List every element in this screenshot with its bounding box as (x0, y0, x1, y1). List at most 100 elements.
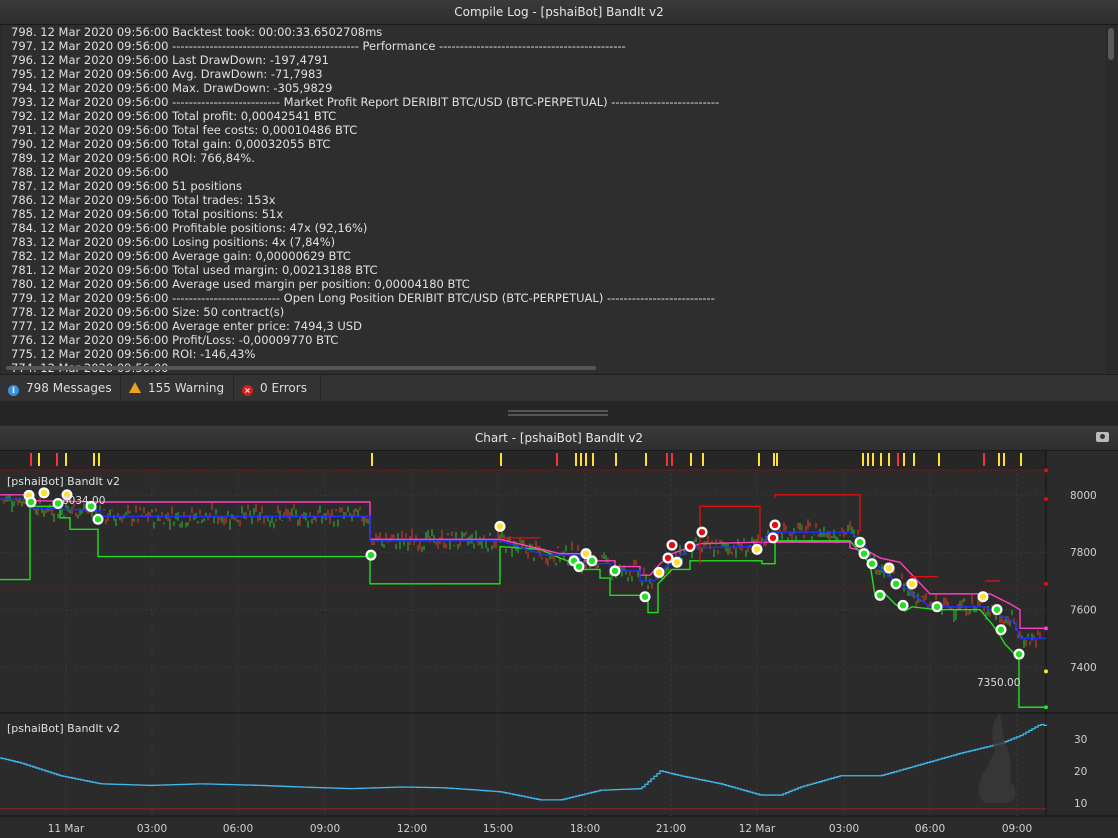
messages-filter-button[interactable]: i 798 Messages (0, 375, 121, 401)
compile-log-title: Compile Log - [pshaiBot] BandIt v2 (0, 0, 1118, 25)
trade-marker-dot (94, 516, 102, 523)
trade-marker-dot (856, 539, 864, 546)
signal-marker (1003, 453, 1005, 466)
signal-marker (690, 453, 692, 466)
signal-marker (1020, 453, 1022, 466)
trade-marker-dot (876, 592, 884, 599)
time-tick-label: 15:00 (483, 823, 513, 835)
signal-marker (872, 453, 874, 466)
time-tick-label: 06:00 (223, 823, 253, 835)
signal-marker (98, 453, 100, 466)
oscillator-tick-label: 20 (1074, 766, 1087, 778)
high-price-label: 8034.00 (62, 495, 106, 507)
trade-marker-dot (860, 550, 868, 557)
camera-icon[interactable] (1096, 432, 1109, 442)
low-price-label: 7350.00 (977, 677, 1021, 689)
log-line: 782. 12 Mar 2020 09:56:00 Average gain: … (11, 249, 351, 263)
trade-marker-dot (868, 560, 876, 567)
time-tick-label: 21:00 (656, 823, 686, 835)
signal-marker (758, 453, 760, 466)
scroll-thumb[interactable] (1108, 28, 1114, 60)
warnings-filter-button[interactable]: 155 Warning (121, 375, 234, 401)
errors-count: 0 Errors (260, 381, 307, 395)
log-line: 791. 12 Mar 2020 09:56:00 Total fee cost… (11, 123, 358, 137)
trade-marker-dot (908, 580, 916, 588)
trade-marker-dot (611, 567, 619, 575)
log-horizontal-scrollbar[interactable] (6, 366, 596, 370)
price-tick-label: 7800 (1070, 547, 1097, 559)
signal-marker (93, 453, 95, 466)
log-line: 792. 12 Mar 2020 09:56:00 Total profit: … (11, 109, 337, 123)
bottom-pane-label: [pshaiBot] BandIt v2 (7, 722, 120, 735)
log-line: 783. 12 Mar 2020 09:56:00 Losing positio… (11, 235, 336, 249)
trade-marker-dot (933, 603, 941, 610)
panel-splitter[interactable] (0, 401, 1118, 425)
log-line: 776. 12 Mar 2020 09:56:00 Profit/Loss: -… (11, 333, 339, 347)
log-line: 796. 12 Mar 2020 09:56:00 Last DrawDown:… (11, 53, 329, 67)
price-chart[interactable]: 11 Mar 03:00 06:00 09:00 12:00 15:00 18:00 21:0… (0, 451, 1118, 838)
splitter-grip[interactable] (508, 410, 608, 412)
log-line: 788. 12 Mar 2020 09:56:00 (11, 165, 169, 179)
time-tick-label: 06:00 (915, 823, 945, 835)
top-pane-label: [pshaiBot] BandIt v2 (7, 475, 120, 488)
signal-marker (776, 453, 778, 466)
status-bar: i 798 Messages 155 Warning × 0 Errors (0, 374, 1118, 402)
trade-marker-dot (885, 564, 893, 572)
warning-icon (129, 382, 141, 393)
warnings-count: 155 Warning (148, 381, 225, 395)
edge-marker (1044, 497, 1048, 502)
signal-marker (585, 453, 587, 466)
price-tick-label: 7600 (1070, 605, 1097, 617)
trade-marker-dot (1015, 650, 1023, 658)
chart-background (0, 451, 1118, 838)
signal-marker (998, 453, 1000, 466)
signal-marker (615, 453, 617, 466)
time-tick-label: 12 Mar (739, 823, 776, 835)
log-line: 793. 12 Mar 2020 09:56:00 --------------… (11, 95, 720, 109)
trade-marker-dot (993, 606, 1001, 613)
time-tick-label: 18:00 (570, 823, 600, 835)
signal-marker (38, 453, 40, 466)
log-line: 790. 12 Mar 2020 09:56:00 Total gain: 0,… (11, 137, 331, 151)
error-icon: × (242, 385, 253, 396)
trade-marker-dot (664, 554, 672, 562)
log-line: 785. 12 Mar 2020 09:56:00 Total position… (11, 207, 284, 221)
price-tick-label: 8000 (1070, 490, 1097, 502)
errors-filter-button[interactable]: × 0 Errors (234, 375, 321, 401)
signal-marker (897, 453, 899, 466)
log-line: 784. 12 Mar 2020 09:56:00 Profitable pos… (11, 221, 368, 235)
trade-marker-dot (582, 550, 590, 557)
edge-marker (1044, 626, 1048, 631)
log-line: 794. 12 Mar 2020 09:56:00 Max. DrawDown:… (11, 81, 333, 95)
signal-marker (862, 453, 864, 466)
log-line: 775. 12 Mar 2020 09:56:00 ROI: -146,43% (11, 347, 256, 361)
trade-marker-dot (899, 602, 907, 609)
splitter-grip[interactable] (508, 414, 608, 416)
trade-marker-dot (496, 523, 504, 530)
trade-marker-dot (54, 500, 62, 507)
edge-marker (1044, 705, 1048, 710)
signal-marker (888, 453, 890, 466)
signal-marker (580, 453, 582, 466)
log-line: 789. 12 Mar 2020 09:56:00 ROI: 766,84%. (11, 151, 255, 165)
time-tick-label: 11 Mar (48, 823, 85, 835)
time-tick-label: 09:00 (310, 823, 340, 835)
trade-marker-dot (575, 563, 583, 570)
log-vertical-scrollbar[interactable] (1106, 25, 1116, 373)
edge-marker (1044, 581, 1048, 586)
trade-marker-dot (27, 498, 35, 506)
log-line: 797. 12 Mar 2020 09:56:00 --------------… (11, 39, 626, 53)
trade-marker-dot (655, 569, 663, 576)
price-tick-label: 7400 (1070, 662, 1097, 674)
log-line: 787. 12 Mar 2020 09:56:00 51 positions (11, 179, 242, 193)
trade-marker-dot (641, 593, 649, 600)
time-tick-label: 12:00 (397, 823, 427, 835)
compile-log-list[interactable]: 798. 12 Mar 2020 09:56:00 Backtest took:… (2, 25, 1112, 373)
trade-marker-dot (753, 546, 761, 553)
signal-marker (671, 453, 673, 466)
signal-marker (773, 453, 775, 466)
signal-marker (702, 453, 704, 466)
oscillator-tick-label: 10 (1074, 798, 1087, 810)
trade-marker-dot (892, 580, 900, 588)
log-line: 780. 12 Mar 2020 09:56:00 Average used m… (11, 277, 470, 291)
